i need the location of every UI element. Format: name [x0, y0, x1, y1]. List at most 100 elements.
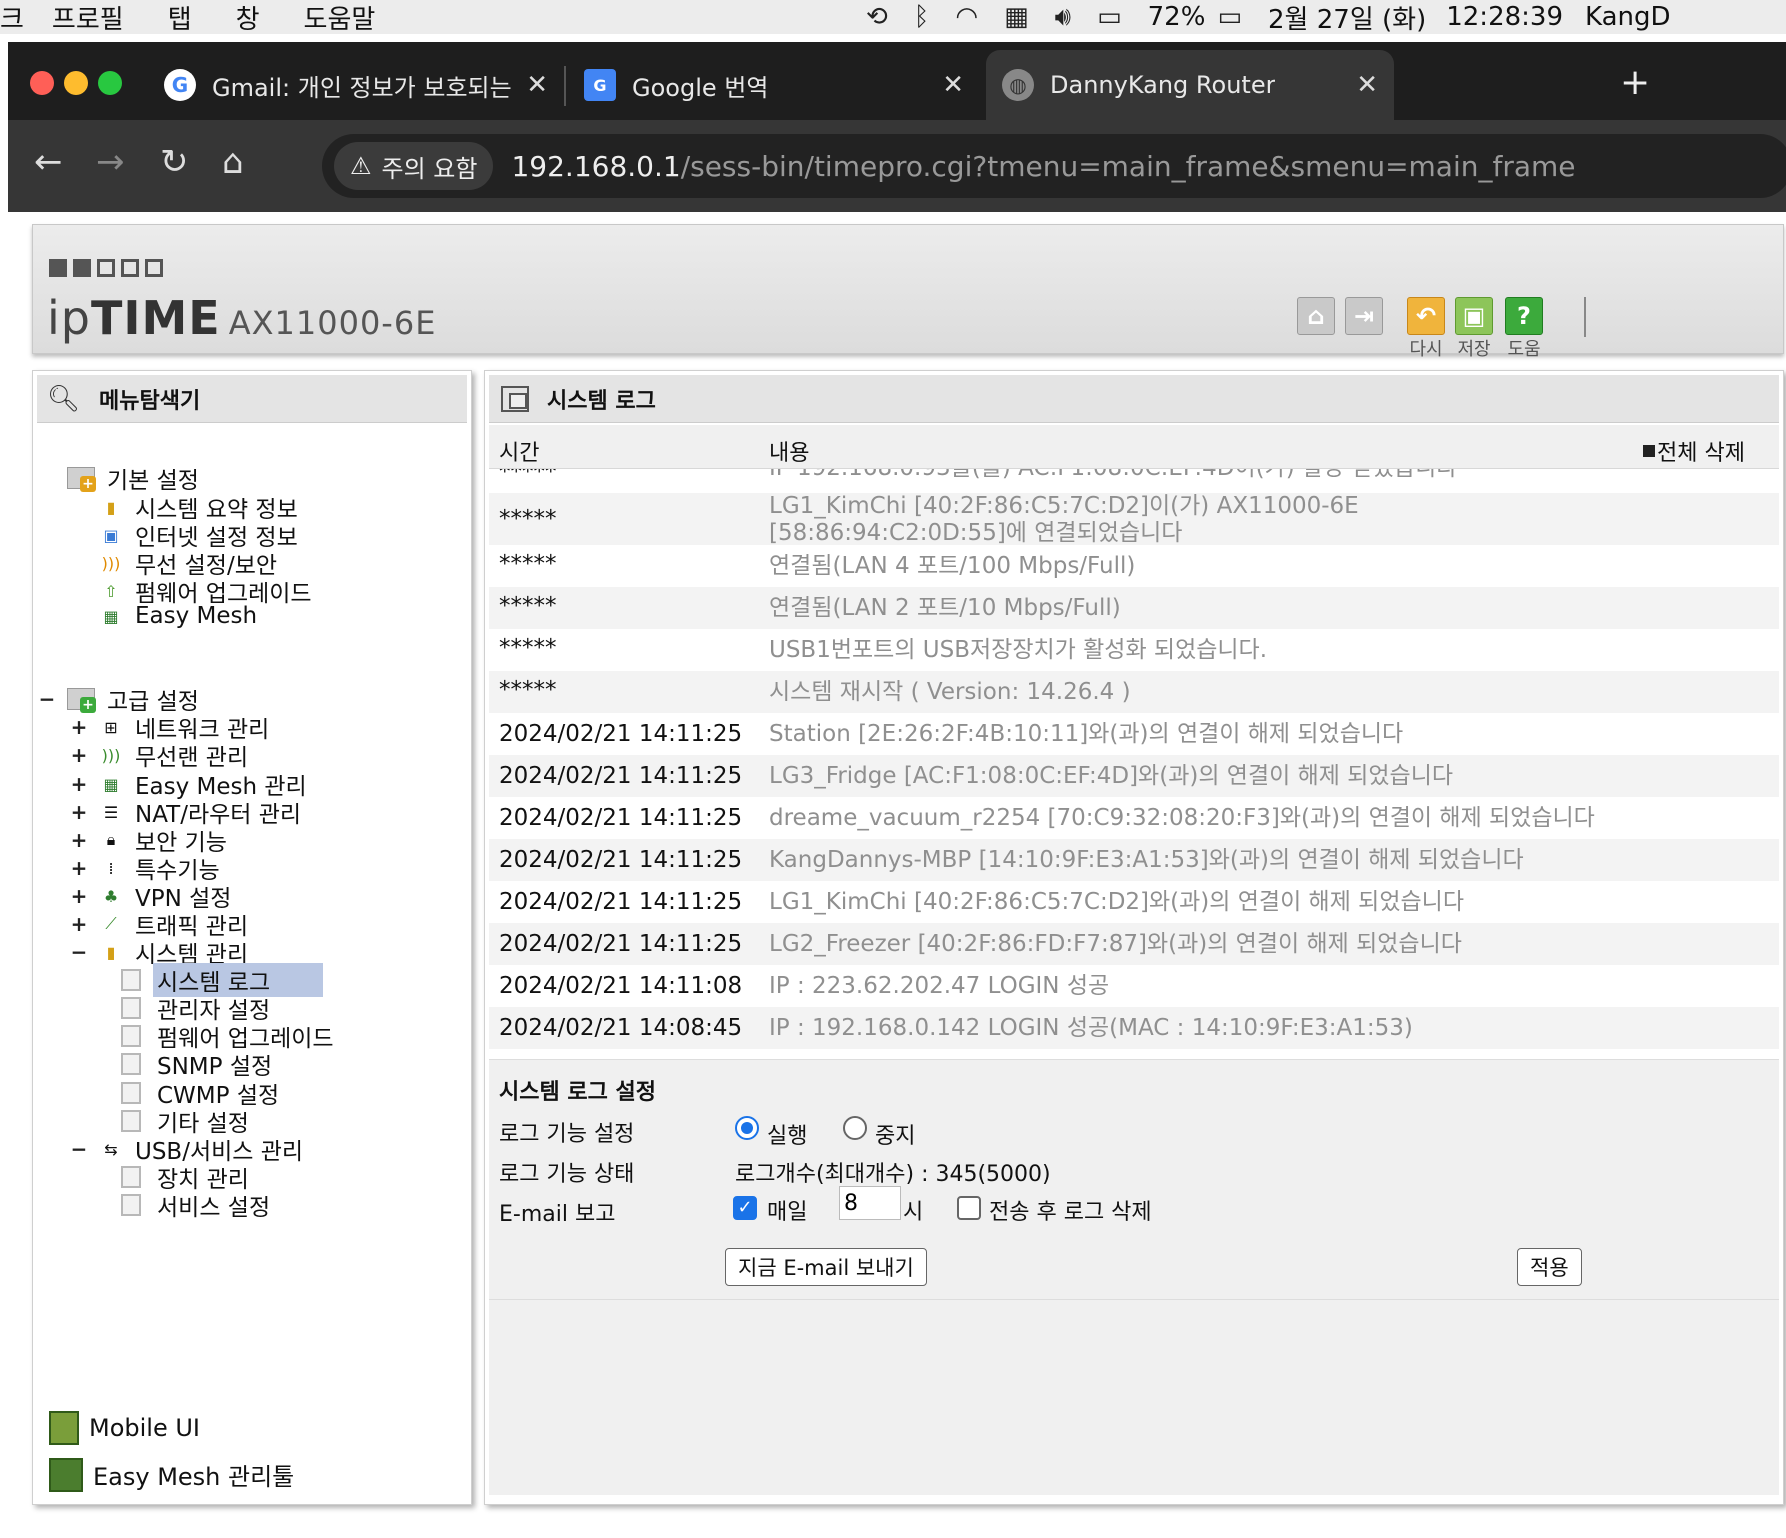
- tab-dannykang-router[interactable]: ◍ DannyKang Router ✕: [986, 50, 1394, 120]
- settings-title: 시스템 로그 설정: [499, 1080, 656, 1105]
- menu-window[interactable]: 창: [236, 0, 260, 36]
- logout-icon[interactable]: ⇥: [1345, 297, 1383, 335]
- network-icon: ⊞: [104, 717, 118, 737]
- page-icon: [121, 1194, 141, 1216]
- close-window-button[interactable]: [30, 71, 54, 95]
- table-row: ***** USB1번포트의 USB저장장치가 활성화 되었습니다.: [499, 635, 1268, 663]
- table-row: 2024/02/21 14:11:25 KangDannys-MBP [14:10…: [489, 839, 1779, 881]
- close-tab-icon[interactable]: ✕: [1356, 70, 1378, 100]
- menu-profile[interactable]: 프로필: [52, 0, 124, 36]
- table-row: ***** LG1_KimChi [40:2F:86:C5:7C:D2]이(가) …: [489, 493, 1779, 546]
- log-status-value: 로그개수(최대개수) : 345(5000): [735, 1162, 1051, 1187]
- router-model: AX11000-6E: [228, 304, 437, 342]
- volume-icon[interactable]: 🔊︎: [1055, 2, 1071, 33]
- battery-icon[interactable]: ▭: [1217, 2, 1242, 32]
- log-settings-section: 시스템 로그 설정 로그 기능 설정 실행 중지 로그 기능 상태 로그개수(최…: [489, 1059, 1779, 1299]
- expand-icon: +: [70, 884, 88, 908]
- table-row: 2024/02/21 14:11:25 LG2_Freezer [40:2F:86…: [489, 923, 1779, 965]
- log-status-label: 로그 기능 상태: [499, 1162, 635, 1187]
- log-function-label: 로그 기능 설정: [499, 1122, 635, 1147]
- help-icon[interactable]: ?: [1505, 297, 1543, 335]
- menu-tab[interactable]: 탭: [168, 0, 192, 36]
- expand-icon: +: [70, 800, 88, 824]
- home-icon[interactable]: ⌂: [222, 142, 244, 182]
- daily-checkbox[interactable]: ✓: [733, 1196, 757, 1220]
- menubar-time[interactable]: 12:28:39: [1446, 2, 1563, 32]
- log-run-label[interactable]: 실행: [767, 1118, 807, 1150]
- apply-button[interactable]: 적용: [1517, 1248, 1582, 1286]
- forward-icon[interactable]: →: [96, 142, 125, 182]
- save-icon[interactable]: ▣: [1455, 297, 1493, 335]
- url-text[interactable]: 192.168.0.1/sess-bin/timepro.cgi?tmenu=m…: [511, 150, 1575, 183]
- tab-gmail[interactable]: G Gmail: 개인 정보가 보호되는 안전한 ✕: [164, 50, 548, 120]
- panel-title: 시스템 로그: [547, 388, 656, 414]
- log-table-header: 시간 내용 전체 삭제: [489, 425, 1779, 469]
- daily-label[interactable]: 매일: [767, 1194, 807, 1226]
- retry-icon[interactable]: ↶: [1407, 297, 1445, 335]
- wireless-icon: ))): [101, 745, 121, 765]
- collapse-icon[interactable]: −: [37, 687, 57, 711]
- time-machine-icon[interactable]: ⟲: [866, 2, 888, 32]
- log-stop-radio[interactable]: [843, 1116, 867, 1140]
- tab-google-translate[interactable]: G Google 번역 ✕: [584, 50, 964, 120]
- system-log-panel: 시스템 로그 시간 내용 전체 삭제 *****IP 192.168.0.93을…: [484, 370, 1784, 1505]
- folder-icon: +: [67, 467, 96, 492]
- hour-input[interactable]: [839, 1186, 901, 1220]
- router-page: ipTIME AX11000-6E ⌂ ⇥ ↶ ▣ ? 다시 저장 도움 🔍︎ 메…: [8, 212, 1786, 1538]
- security-warning-chip[interactable]: ⚠ 주의 요함: [334, 142, 494, 190]
- page-icon: [121, 1166, 141, 1188]
- panel-footer-area: [489, 1299, 1779, 1495]
- bar-chart-icon: ▮: [106, 497, 116, 517]
- send-email-now-button[interactable]: 지금 E-mail 보내기: [725, 1248, 927, 1286]
- close-tab-icon[interactable]: ✕: [942, 70, 964, 100]
- folder-icon: +: [67, 688, 96, 713]
- mobile-ui-link[interactable]: Mobile UI: [49, 1411, 200, 1445]
- wifi-icon[interactable]: ◠: [955, 2, 978, 32]
- menu-explorer-header: 🔍︎ 메뉴탐색기: [37, 375, 467, 423]
- mesh-icon: ▦: [103, 774, 119, 794]
- log-run-radio[interactable]: [735, 1116, 759, 1140]
- mobile-icon: [49, 1411, 79, 1445]
- back-icon[interactable]: ←: [34, 142, 63, 182]
- help-label[interactable]: 도움: [1496, 335, 1552, 361]
- vpn-icon: ♣: [103, 886, 119, 906]
- page-icon: [121, 969, 141, 991]
- page-icon: [121, 1053, 141, 1075]
- log-stop-label[interactable]: 중지: [875, 1118, 915, 1150]
- tree-easy-mesh[interactable]: ▦ Easy Mesh: [99, 603, 257, 629]
- keyboard-icon[interactable]: ▦: [1004, 2, 1029, 32]
- wireless-icon: ))): [101, 553, 121, 573]
- reload-icon[interactable]: ↻: [160, 142, 189, 182]
- zoom-window-button[interactable]: [98, 71, 122, 95]
- airplay-icon[interactable]: ▭: [1097, 2, 1122, 32]
- address-bar[interactable]: ⚠ 주의 요함 192.168.0.1/sess-bin/timepro.cgi…: [322, 134, 1786, 198]
- table-row: 2024/02/21 14:11:25 Station [2E:26:2F:4B:…: [499, 721, 1404, 747]
- new-tab-button[interactable]: +: [1620, 62, 1650, 103]
- easy-mesh-tool-link[interactable]: Easy Mesh 관리툴: [49, 1457, 294, 1492]
- traffic-icon: ⟋: [105, 914, 117, 933]
- bluetooth-icon[interactable]: ᛒ: [914, 2, 930, 32]
- table-row: 2024/02/21 14:11:25 LG3_Fridge [AC:F1:08:…: [489, 755, 1779, 797]
- lock-icon: 🔒︎: [106, 830, 116, 849]
- home-icon[interactable]: ⌂: [1297, 297, 1335, 335]
- close-tab-icon[interactable]: ✕: [526, 70, 548, 100]
- delete-after-send-checkbox[interactable]: [957, 1196, 981, 1220]
- translate-icon: G: [584, 69, 616, 101]
- delete-all-button[interactable]: 전체 삭제: [1643, 435, 1745, 467]
- save-label[interactable]: 저장: [1446, 335, 1502, 361]
- expand-icon: +: [70, 715, 88, 739]
- minimize-window-button[interactable]: [64, 71, 88, 95]
- router-icon: ☰: [103, 802, 119, 822]
- page-icon: [121, 1025, 141, 1047]
- tree-service-settings[interactable]: 서비스 설정: [121, 1188, 274, 1222]
- macos-menubar: 크 프로필 탭 창 도움말 ⟲ ᛒ ◠ ▦ 🔊︎ ▭ 72% ▭ 2월 27일 …: [0, 0, 1786, 36]
- menu-help[interactable]: 도움말: [304, 0, 376, 36]
- column-content: 내용: [769, 441, 810, 466]
- globe-icon: ◍: [1002, 69, 1034, 101]
- delete-after-send-label[interactable]: 전송 후 로그 삭제: [989, 1194, 1152, 1226]
- app-menu-cut[interactable]: 크: [0, 0, 24, 36]
- menubar-date[interactable]: 2월 27일 (화): [1268, 0, 1426, 36]
- menubar-user[interactable]: KangD: [1585, 2, 1671, 32]
- log-table-body[interactable]: *****IP 192.168.0.93을(를) AC:F1:08:0C:EF:…: [489, 469, 1779, 1059]
- collapse-icon: −: [70, 1137, 88, 1161]
